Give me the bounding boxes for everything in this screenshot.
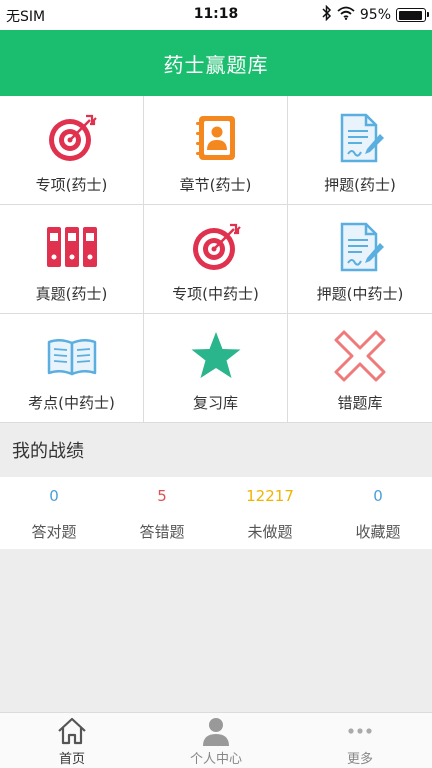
grid-item-special-yaoshi[interactable]: 专项(药士) [0,96,144,205]
grid-item-label: 专项(药士) [35,176,108,194]
star-icon [190,330,242,382]
cross-icon [334,330,386,382]
tab-label: 首页 [58,752,85,767]
tab-more[interactable]: 更多 [288,713,432,768]
stat-value: 12217 [246,487,294,505]
grid-item-wrong[interactable]: 错题库 [288,314,432,423]
stat-undone[interactable]: 12217 未做题 [216,477,324,549]
battery-fill [398,10,423,20]
target-arrow-icon [190,221,242,273]
grid-item-label: 复习库 [192,394,238,412]
grid-item-label: 真题(药士) [35,285,108,303]
grid-item-label: 押题(药士) [324,176,396,194]
bluetooth-icon [322,4,332,25]
wifi-icon [337,6,355,24]
grid-item-label: 考点(中药士) [28,394,115,412]
grid-item-predict-zhongyaoshi[interactable]: 押题(中药士) [288,205,432,314]
stat-wrong[interactable]: 5 答错题 [108,477,216,549]
battery-icon [396,8,429,22]
stat-label: 未做题 [247,523,293,541]
tab-label: 个人中心 [189,752,242,767]
grid-item-label: 专项(中药士) [172,285,259,303]
user-icon [201,716,231,746]
stat-label: 答对题 [31,523,77,541]
tab-label: 更多 [346,752,373,767]
document-pen-icon [334,221,386,273]
grid-item-keypoint-zhongyaoshi[interactable]: 考点(中药士) [0,314,144,423]
status-right: 95% [322,4,429,25]
tab-profile[interactable]: 个人中心 [144,713,288,768]
battery-percent: 95% [359,7,391,23]
home-icon [57,716,87,746]
record-stats: 0 答对题 5 答错题 12217 未做题 0 收藏题 [0,477,432,549]
grid-item-special-zhongyaoshi[interactable]: 专项(中药士) [144,205,288,314]
grid-item-real-yaoshi[interactable]: 真题(药士) [0,205,144,314]
record-section-title: 我的战绩 [0,423,432,477]
bottom-tab-bar: 首页 个人中心 更多 [0,712,432,768]
tab-home[interactable]: 首页 [0,713,144,768]
stat-label: 答错题 [139,523,185,541]
open-book-icon [46,330,98,382]
feature-grid: 专项(药士) 章节(药士) 押题(药士) 真题(药士) 专项(中药士) 押题(中… [0,96,432,423]
stat-correct[interactable]: 0 答对题 [0,477,108,549]
stat-label: 收藏题 [355,523,401,541]
stat-value: 0 [373,487,383,505]
document-pen-icon [334,112,386,164]
stat-value: 0 [49,487,59,505]
status-bar: 无SIM 11:18 95% [0,0,432,30]
grid-item-label: 错题库 [337,394,383,412]
grid-item-label: 押题(中药士) [316,285,404,303]
page-title: 药士赢题库 [163,52,269,77]
app-header: 药士赢题库 [0,30,432,96]
grid-item-predict-yaoshi[interactable]: 押题(药士) [288,96,432,205]
target-arrow-icon [46,112,98,164]
grid-item-label: 章节(药士) [179,176,252,194]
address-book-icon [190,112,242,164]
more-dots-icon [345,716,375,746]
stat-value: 5 [157,487,167,505]
stat-favorite[interactable]: 0 收藏题 [324,477,432,549]
binders-icon [46,221,98,273]
grid-item-review[interactable]: 复习库 [144,314,288,423]
grid-item-chapter-yaoshi[interactable]: 章节(药士) [144,96,288,205]
